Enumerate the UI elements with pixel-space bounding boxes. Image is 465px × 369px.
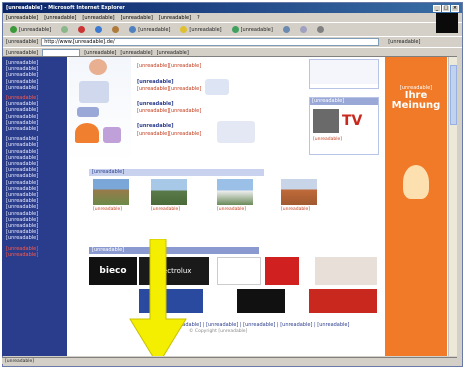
history-button[interactable] — [280, 25, 293, 35]
links-bar-button[interactable]: [unreadable] — [84, 50, 116, 56]
page-viewport: [unreadable] [unreadable] [unreadable] [… — [2, 56, 457, 356]
pen-illustration-icon — [217, 121, 255, 143]
media-icon — [231, 26, 239, 33]
photo-caption[interactable]: [unreadable] — [151, 207, 180, 212]
row-title[interactable]: [unreadable] — [137, 79, 174, 85]
title-bar: [unreadable] - Microsoft Internet Explor… — [3, 3, 462, 13]
tv-icon — [313, 109, 339, 133]
stop-icon — [78, 26, 86, 33]
row-link[interactable]: [unreadable] — [137, 108, 169, 114]
row-link[interactable]: [unreadable] — [137, 131, 169, 137]
partner-promo[interactable] — [237, 289, 285, 313]
sidebar-nav: [unreadable] [unreadable] [unreadable] [… — [2, 57, 67, 356]
partner-promo-red[interactable] — [309, 289, 377, 313]
footer-links[interactable]: [unreadable] | [unreadable] | [unreadabl… — [169, 322, 349, 328]
row-link[interactable]: [unreadable] — [169, 86, 201, 92]
links-bar-button[interactable]: [unreadable] — [157, 50, 189, 56]
row-link[interactable]: [unreadable] — [169, 63, 201, 69]
media-button[interactable]: [unreadable] — [229, 25, 276, 35]
refresh-icon — [95, 26, 103, 33]
house-photo[interactable] — [281, 179, 317, 205]
links-bar-label: [unreadable] — [6, 49, 39, 56]
document-icon — [205, 79, 229, 95]
partner-logo-red[interactable] — [265, 257, 299, 285]
helmet-icon — [75, 123, 99, 143]
sidebar-item[interactable]: [unreadable] — [6, 252, 67, 258]
address-bar: [unreadable] http://www.[unreadable].de/… — [3, 36, 462, 47]
mail-button[interactable] — [297, 25, 310, 35]
menu-item[interactable]: [unreadable] — [6, 15, 38, 21]
banner-line: Meinung — [391, 100, 441, 111]
close-button[interactable]: × — [451, 4, 459, 12]
search-button[interactable]: [unreadable] — [126, 25, 173, 35]
back-button[interactable]: [unreadable] — [7, 25, 54, 35]
row-title[interactable]: [unreadable] — [137, 101, 174, 107]
partner-image[interactable] — [315, 257, 377, 285]
scrollbar-thumb[interactable] — [450, 65, 457, 125]
main-content: [unreadable] [unreadable] [unreadable] [… — [69, 57, 389, 356]
tv-link[interactable]: [unreadable] — [310, 137, 378, 142]
row-title[interactable]: [unreadable] — [137, 123, 174, 129]
windows-logo-icon — [436, 13, 458, 33]
house-photo[interactable] — [151, 179, 187, 205]
star-icon — [180, 26, 188, 33]
status-bar: [unreadable] — [2, 357, 457, 364]
toolbar: [unreadable] [unreadable] [unreadable] [… — [3, 22, 462, 36]
person-icon — [89, 59, 107, 75]
feedback-banner[interactable]: [unreadable] Ihre Meinung — [385, 57, 447, 356]
row-link[interactable]: [unreadable] — [137, 63, 169, 69]
print-icon — [316, 26, 324, 33]
down-arrow-icon — [129, 239, 187, 356]
photo-caption[interactable]: [unreadable] — [281, 207, 310, 212]
tv-title: TV — [342, 113, 363, 129]
section-label-icon — [77, 107, 99, 117]
menu-item[interactable]: [unreadable] — [82, 15, 114, 21]
photo-caption[interactable]: [unreadable] — [93, 207, 122, 212]
stop-button[interactable] — [75, 25, 88, 35]
refresh-button[interactable] — [92, 25, 105, 35]
row-link[interactable]: [unreadable] — [169, 108, 201, 114]
row-link[interactable]: [unreadable] — [169, 131, 201, 137]
house-partner-image[interactable] — [217, 257, 261, 285]
cartoon-face-icon — [403, 165, 429, 199]
links-label[interactable]: [unreadable] — [388, 39, 420, 45]
info-card — [309, 59, 379, 89]
maximize-button[interactable]: □ — [442, 4, 450, 12]
paint-icon — [103, 127, 121, 143]
mail-icon — [299, 26, 307, 33]
address-label: [unreadable] — [6, 39, 39, 45]
footer-copyright: © Copyright [unreadable] — [189, 329, 248, 334]
tv-card-header: [unreadable] — [310, 98, 378, 105]
section-header: [unreadable] — [89, 169, 264, 176]
house-photo[interactable] — [93, 179, 129, 205]
vertical-scrollbar[interactable] — [448, 57, 457, 356]
menu-item[interactable]: [unreadable] — [121, 15, 153, 21]
menu-item[interactable]: ? — [197, 15, 200, 21]
search-icon — [129, 26, 137, 33]
forward-icon — [61, 26, 69, 33]
links-bar-button[interactable]: [unreadable] — [120, 50, 152, 56]
address-input[interactable]: http://www.[unreadable].de/ — [41, 38, 380, 46]
house-photo[interactable] — [217, 179, 253, 205]
menu-item[interactable]: [unreadable] — [44, 15, 76, 21]
person-group-icon — [79, 81, 109, 103]
home-icon — [112, 26, 120, 33]
back-icon — [10, 26, 17, 33]
menu-bar: [unreadable] [unreadable] [unreadable] [… — [3, 13, 462, 22]
row-link[interactable]: [unreadable] — [137, 86, 169, 92]
menu-item[interactable]: [unreadable] — [159, 15, 191, 21]
window-title: [unreadable] - Microsoft Internet Explor… — [6, 5, 125, 11]
home-button[interactable] — [109, 25, 122, 35]
photo-caption[interactable]: [unreadable] — [217, 207, 246, 212]
history-icon — [282, 26, 290, 33]
favorites-button[interactable]: [unreadable] — [177, 25, 224, 35]
print-button[interactable] — [314, 25, 327, 35]
tv-card[interactable]: [unreadable] TV [unreadable] — [309, 97, 379, 155]
forward-button[interactable] — [58, 25, 71, 35]
minimize-button[interactable]: _ — [433, 4, 441, 12]
